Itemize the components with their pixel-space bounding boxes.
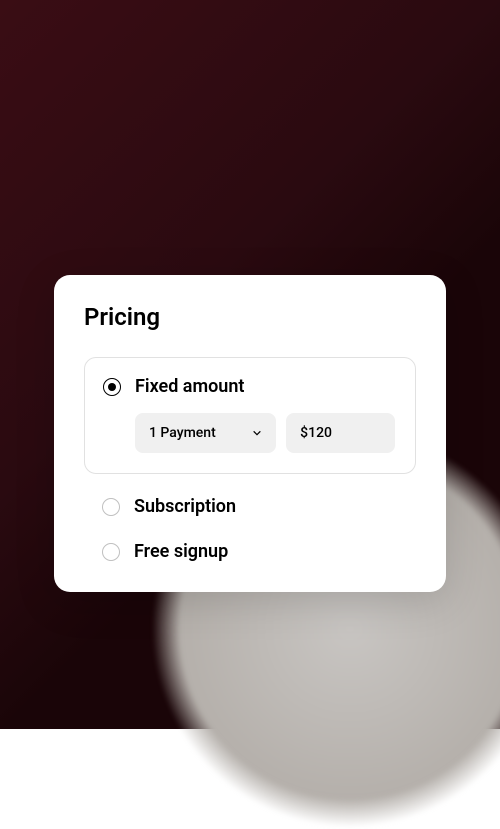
card-title: Pricing	[84, 303, 416, 331]
option-subscription[interactable]: Subscription	[84, 496, 416, 517]
amount-input[interactable]: $120	[286, 413, 395, 453]
radio-subscription[interactable]	[102, 498, 120, 516]
option-fixed-label: Fixed amount	[135, 376, 244, 397]
fixed-controls: 1 Payment $120	[103, 413, 395, 453]
chevron-down-icon	[252, 428, 262, 438]
payments-select[interactable]: 1 Payment	[135, 413, 276, 453]
radio-free-signup[interactable]	[102, 543, 120, 561]
option-subscription-label: Subscription	[134, 496, 236, 517]
radio-fixed-amount[interactable]	[103, 378, 121, 396]
option-free-signup[interactable]: Free signup	[84, 541, 416, 562]
pricing-card: Pricing Fixed amount 1 Payment $120 Subs…	[54, 275, 446, 592]
option-free-label: Free signup	[134, 541, 228, 562]
option-fixed-amount[interactable]: Fixed amount 1 Payment $120	[84, 357, 416, 474]
amount-value: $120	[300, 425, 332, 441]
option-fixed-header: Fixed amount	[103, 376, 395, 397]
payments-select-value: 1 Payment	[149, 425, 216, 441]
